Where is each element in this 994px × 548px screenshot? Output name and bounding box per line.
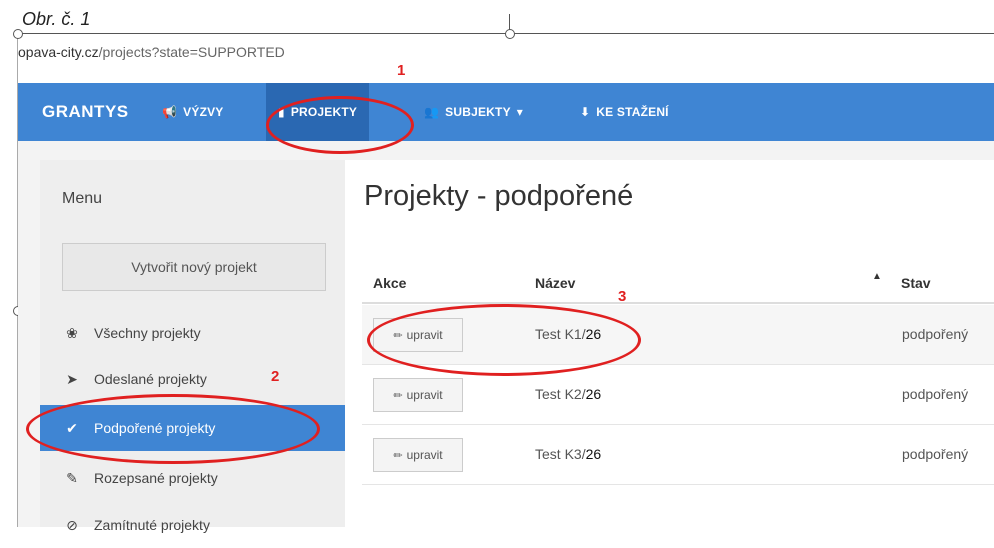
- sidebar-item-zamitnute[interactable]: ⊘ Zamítnuté projekty: [40, 502, 345, 548]
- column-header-akce: Akce: [373, 275, 407, 291]
- create-project-button[interactable]: Vytvořit nový projekt: [62, 243, 326, 291]
- ban-icon: ⊘: [66, 516, 78, 533]
- figure-caption: Obr. č. 1: [22, 9, 91, 29]
- download-icon: ⬇: [580, 105, 591, 119]
- brand-logo[interactable]: GRANTYS: [42, 83, 129, 141]
- sidebar-title: Menu: [62, 190, 103, 207]
- resize-handle[interactable]: [13, 29, 23, 39]
- sidebar-item-label: Odeslané projekty: [94, 371, 207, 387]
- project-number: 26: [585, 446, 602, 462]
- nav-subjekty-label: SUBJEKTY: [445, 105, 511, 119]
- project-name[interactable]: Test K3/26: [535, 446, 601, 462]
- annotation-number-2: 2: [271, 368, 280, 385]
- sidebar-item-label: Rozepsané projekty: [94, 470, 218, 486]
- sidebar-item-label: Všechny projekty: [94, 325, 201, 341]
- column-header-nazev[interactable]: Název: [535, 275, 575, 291]
- edit-button-label: upravit: [406, 448, 443, 462]
- top-navbar: GRANTYS 📢 VÝZVY ▮ PROJEKTY 👥 SUBJEKTY ▾ …: [18, 83, 994, 141]
- nav-vyzvy[interactable]: 📢 VÝZVY: [162, 83, 224, 141]
- users-icon: 👥: [424, 105, 440, 119]
- project-name-text: Test K2/: [535, 386, 586, 402]
- table-row: ✏ upravit Test K2/26 podpořený: [362, 365, 994, 425]
- resize-handle[interactable]: [505, 29, 515, 39]
- pencil-icon: ✎: [66, 469, 78, 486]
- annotation-ellipse-3: [367, 304, 641, 376]
- pencil-icon: ✏: [393, 389, 403, 402]
- nav-ke-stazeni-label: KE STAŽENÍ: [596, 105, 669, 119]
- chevron-down-icon: ▾: [516, 105, 524, 119]
- bullhorn-icon: 📢: [162, 105, 178, 119]
- annotation-ellipse-1: [266, 96, 414, 154]
- project-number: 26: [585, 386, 602, 402]
- annotation-ellipse-2: [26, 394, 320, 464]
- edit-button-label: upravit: [406, 388, 443, 402]
- sidebar-item-label: Zamítnuté projekty: [94, 517, 210, 533]
- address-bar[interactable]: opava-city.cz/projects?state=SUPPORTED: [18, 44, 285, 60]
- sidebar-item-vsechny[interactable]: ❀ Všechny projekty: [40, 310, 345, 356]
- column-header-stav[interactable]: Stav: [901, 275, 931, 291]
- project-name[interactable]: Test K2/26: [535, 386, 601, 402]
- url-path: /projects?state=SUPPORTED: [98, 44, 285, 60]
- table-row: ✏ upravit Test K3/26 podpořený: [362, 425, 994, 485]
- nav-vyzvy-label: VÝZVY: [183, 105, 224, 119]
- table-header-divider: [362, 302, 994, 304]
- project-state: podpořený: [902, 386, 969, 402]
- page-title: Projekty - podpořené: [364, 180, 634, 212]
- url-host: opava-city.cz: [18, 44, 99, 60]
- nav-subjekty[interactable]: 👥 SUBJEKTY ▾: [424, 83, 523, 141]
- project-state: podpořený: [902, 326, 969, 342]
- edit-button[interactable]: ✏ upravit: [373, 378, 463, 412]
- project-state: podpořený: [902, 446, 969, 462]
- nav-ke-stazeni[interactable]: ⬇ KE STAŽENÍ: [580, 83, 669, 141]
- pencil-icon: ✏: [393, 449, 403, 462]
- annotation-number-1: 1: [397, 62, 406, 79]
- cubes-icon: ❀: [66, 324, 78, 341]
- edit-button[interactable]: ✏ upravit: [373, 438, 463, 472]
- project-name-text: Test K3/: [535, 446, 586, 462]
- send-icon: ➤: [66, 370, 78, 387]
- sort-asc-icon[interactable]: ▲: [872, 271, 882, 282]
- annotation-number-3: 3: [618, 288, 627, 305]
